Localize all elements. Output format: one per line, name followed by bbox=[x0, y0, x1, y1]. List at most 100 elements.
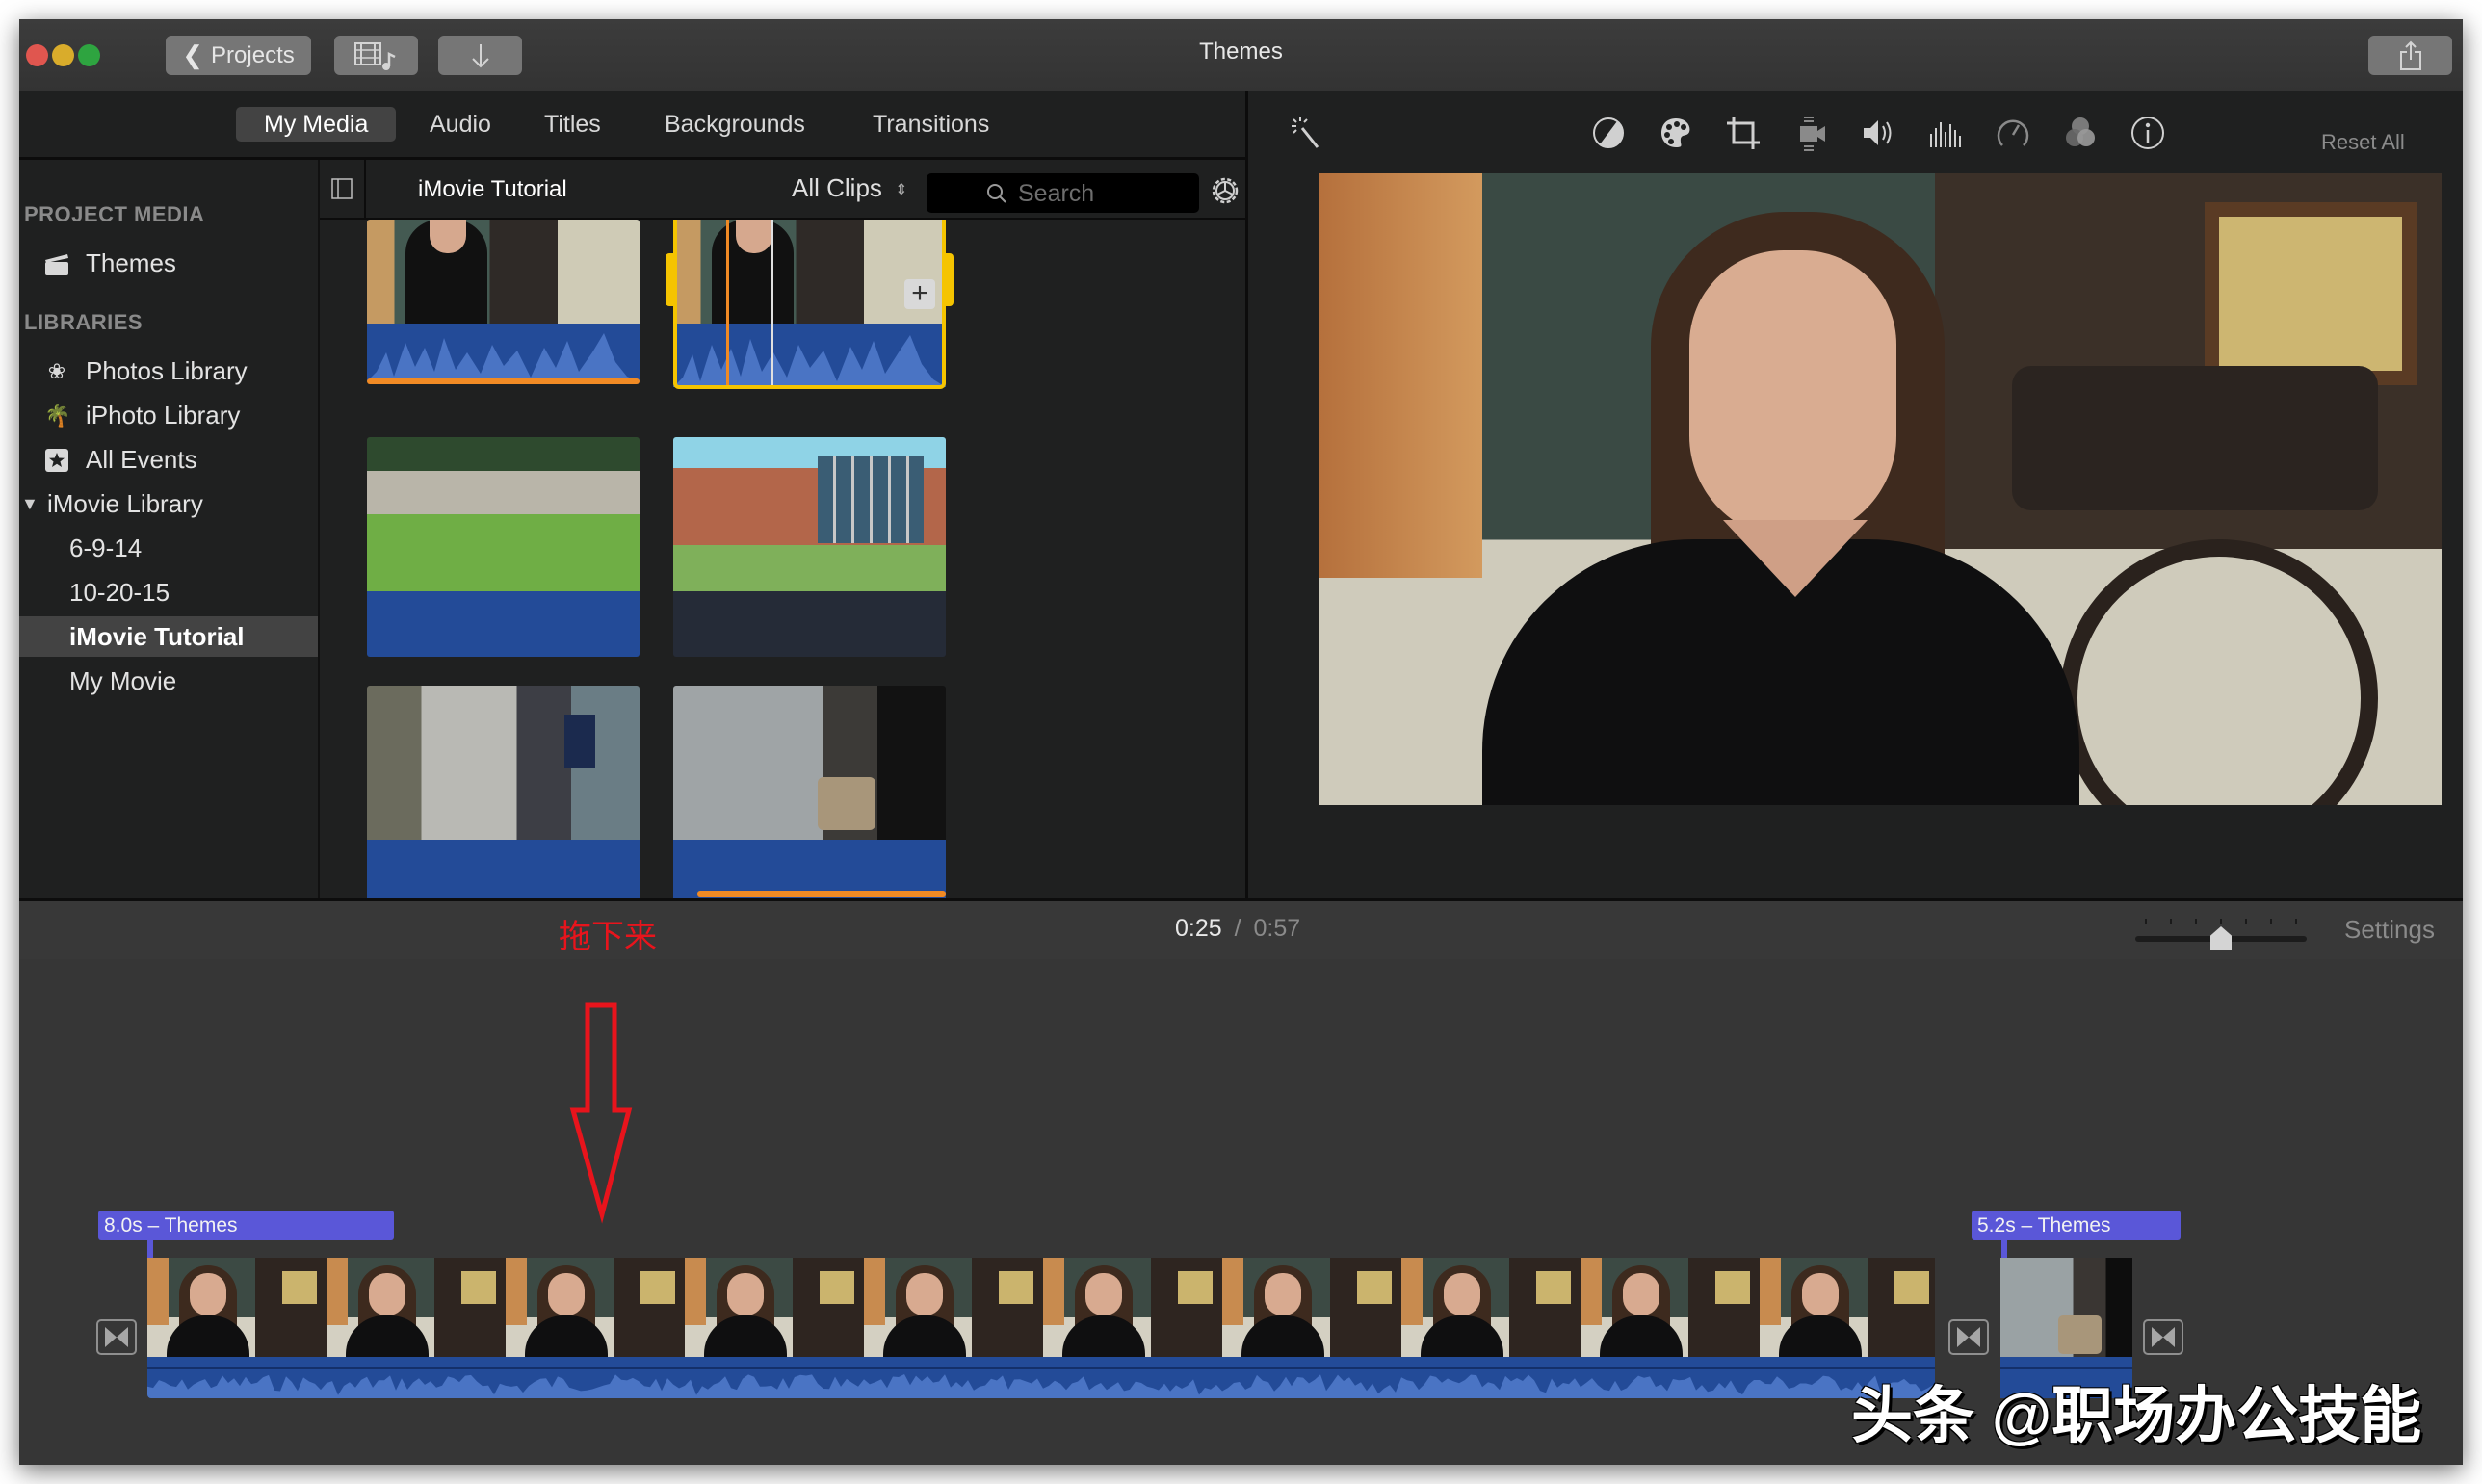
filmstrip-frame bbox=[1581, 1258, 1760, 1357]
filmstrip-frame bbox=[1760, 1258, 1935, 1357]
browser-clip[interactable] bbox=[673, 686, 946, 905]
trim-handle-right[interactable] bbox=[946, 253, 954, 306]
color-correction-button[interactable] bbox=[1658, 115, 1694, 151]
crucible bbox=[818, 777, 875, 830]
sidebar-item-imovie-library[interactable]: ▼ iMovie Library bbox=[19, 483, 318, 524]
current-time: 0:25 bbox=[1175, 915, 1222, 942]
speed-icon bbox=[1997, 119, 2029, 146]
slider-thumb[interactable] bbox=[2210, 926, 2232, 950]
bowtie-transition-icon bbox=[2152, 1327, 2175, 1347]
transition-button[interactable] bbox=[2143, 1319, 2183, 1355]
title-bar: ❮ Projects Themes bbox=[19, 19, 2463, 91]
used-range-bar bbox=[697, 891, 946, 897]
browser-clip[interactable] bbox=[367, 437, 640, 657]
tab-my-media[interactable]: My Media bbox=[236, 107, 397, 142]
slider-ticks bbox=[2145, 919, 2304, 924]
filmstrip-frame bbox=[506, 1258, 685, 1357]
sidebar-item-event[interactable]: 10-20-15 bbox=[19, 572, 318, 612]
filmstrip-frame bbox=[147, 1258, 327, 1357]
sidebar-item-label: Photos Library bbox=[86, 356, 248, 385]
timeline-video-clip[interactable] bbox=[147, 1258, 1935, 1357]
browser-clip[interactable] bbox=[367, 220, 640, 389]
browser-clip[interactable] bbox=[367, 686, 640, 905]
timeline-settings-button[interactable]: Settings bbox=[2344, 915, 2435, 945]
video-preview[interactable] bbox=[1319, 173, 2442, 805]
annotation-arrow bbox=[569, 1002, 633, 1224]
sidebar-item-themes[interactable]: Themes bbox=[19, 243, 318, 283]
timeline-video-clip-2[interactable] bbox=[2000, 1258, 2132, 1357]
clip-thumbnail-foundry-workers bbox=[367, 686, 640, 840]
sidebar-item-label: iPhoto Library bbox=[86, 401, 241, 430]
volume-button[interactable] bbox=[1860, 115, 1896, 151]
sidebar-item-photos-library[interactable]: ❀ Photos Library bbox=[19, 351, 318, 391]
project-media-heading: PROJECT MEDIA bbox=[24, 202, 205, 226]
sidebar-item-event[interactable]: 6-9-14 bbox=[19, 528, 318, 568]
total-time: 0:57 bbox=[1253, 915, 1301, 942]
magic-wand-button[interactable] bbox=[1289, 115, 1325, 151]
used-range-bar bbox=[367, 378, 640, 384]
sidebar-item-label: My Movie bbox=[69, 666, 177, 695]
speed-button[interactable] bbox=[1995, 115, 2031, 151]
search-field[interactable]: Search bbox=[927, 173, 1199, 213]
tab-transitions[interactable]: Transitions bbox=[845, 107, 1017, 142]
browser-header: iMovie Tutorial All Clips ⇕ Search bbox=[320, 160, 1245, 220]
photos-flower-icon: ❀ bbox=[47, 359, 66, 383]
updown-chevron-icon: ⇕ bbox=[895, 182, 908, 198]
tab-titles[interactable]: Titles bbox=[516, 107, 629, 142]
face bbox=[1689, 250, 1896, 539]
disclosure-triangle-icon[interactable]: ▼ bbox=[21, 483, 39, 524]
sidebar-item-all-events[interactable]: All Events bbox=[19, 439, 318, 480]
magic-wand-icon bbox=[1292, 117, 1319, 148]
waveform-graphic bbox=[367, 333, 640, 381]
clip-audio-track bbox=[367, 591, 640, 657]
transition-button[interactable] bbox=[96, 1319, 137, 1355]
watermark-text: 头条 @职场办公技能 bbox=[1851, 1381, 2422, 1450]
title-clip-label[interactable]: 8.0s – Themes bbox=[98, 1211, 394, 1240]
color-balance-button[interactable] bbox=[1590, 115, 1627, 151]
equalizer-button[interactable] bbox=[1927, 115, 1964, 151]
stabilization-button[interactable] bbox=[1792, 115, 1829, 151]
sidebar-item-label: iMovie Library bbox=[47, 489, 203, 518]
browser-clip-selected[interactable]: + bbox=[666, 220, 954, 389]
skimmer-orange-line bbox=[726, 220, 729, 385]
waveform-graphic bbox=[147, 1374, 1935, 1398]
trim-handle-left[interactable] bbox=[666, 253, 673, 306]
add-to-timeline-button[interactable]: + bbox=[904, 279, 935, 309]
browser-settings-button[interactable] bbox=[1208, 173, 1242, 208]
gear-icon bbox=[1212, 177, 1239, 204]
clip-filter-dropdown[interactable]: All Clips ⇕ bbox=[792, 173, 908, 202]
sidebar-item-my-movie[interactable]: My Movie bbox=[19, 661, 318, 701]
filmstrip-frame bbox=[327, 1258, 506, 1357]
libraries-heading: LIBRARIES bbox=[24, 310, 144, 334]
clip-filter-icon bbox=[2066, 117, 2095, 146]
filmstrip-frame bbox=[1043, 1258, 1222, 1357]
crucible bbox=[2058, 1315, 2102, 1354]
crop-button[interactable] bbox=[1725, 115, 1762, 151]
browser-clip[interactable] bbox=[673, 437, 946, 657]
timecode-display: 0:25 / 0:57 bbox=[1175, 915, 1300, 943]
timeline-audio-track[interactable] bbox=[147, 1357, 1935, 1398]
filmstrip-frame bbox=[1222, 1258, 1401, 1357]
title-clip-label[interactable]: 5.2s – Themes bbox=[1972, 1211, 2181, 1240]
clip-filter-button[interactable] bbox=[2062, 115, 2099, 151]
media-tabs: My Media Audio Titles Backgrounds Transi… bbox=[19, 91, 1245, 160]
reset-all-button[interactable]: Reset All bbox=[2321, 130, 2405, 155]
bowtie-transition-icon bbox=[105, 1327, 128, 1347]
sidebar-toggle-button[interactable] bbox=[320, 160, 366, 218]
tab-backgrounds[interactable]: Backgrounds bbox=[637, 107, 833, 142]
sidebar-item-iphoto-library[interactable]: 🌴 iPhoto Library bbox=[19, 395, 318, 435]
tab-audio[interactable]: Audio bbox=[402, 107, 519, 142]
browser-title: iMovie Tutorial bbox=[418, 176, 567, 202]
sidebar-item-label: All Events bbox=[86, 445, 197, 474]
time-separator: / bbox=[1234, 915, 1241, 942]
timeline-header: 拖下来 0:25 / 0:57 Settings bbox=[19, 898, 2463, 962]
timeline-zoom-slider[interactable] bbox=[2135, 909, 2309, 950]
share-button[interactable] bbox=[2368, 36, 2452, 75]
transition-button[interactable] bbox=[1948, 1319, 1989, 1355]
clip-thumbnail-foundry-closeup bbox=[673, 686, 946, 840]
bowtie-transition-icon bbox=[1957, 1327, 1980, 1347]
info-button[interactable] bbox=[2129, 115, 2166, 151]
wood-cabinet bbox=[1319, 173, 1482, 578]
sidebar-item-imovie-tutorial[interactable]: iMovie Tutorial bbox=[19, 616, 318, 657]
worker-figure bbox=[564, 715, 595, 768]
